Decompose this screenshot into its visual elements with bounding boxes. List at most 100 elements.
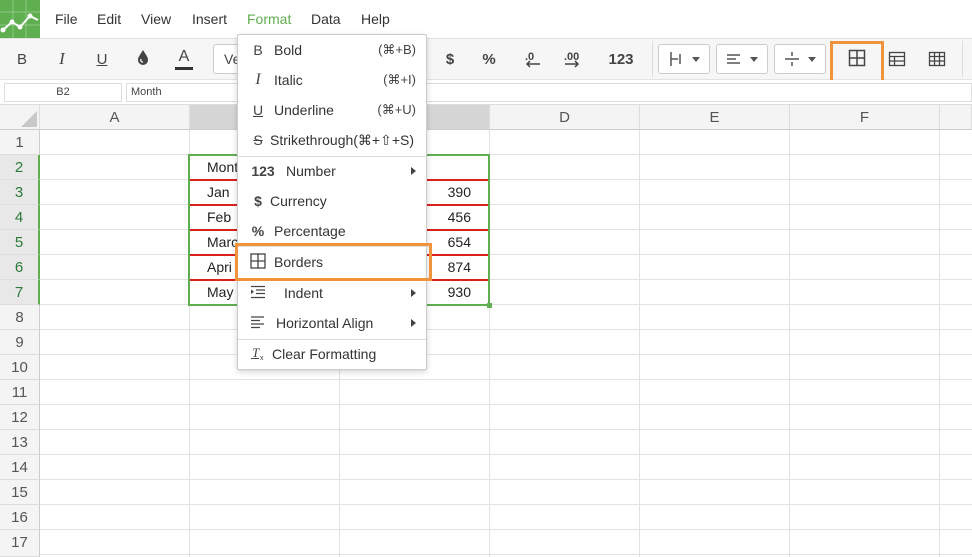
table-style-button[interactable] xyxy=(884,39,910,79)
menu-format[interactable]: Format xyxy=(247,0,291,38)
menu-item-label: Currency xyxy=(270,193,327,209)
strikethrough-icon: S xyxy=(253,132,263,148)
menu-data[interactable]: Data xyxy=(311,0,341,38)
column-header-d[interactable]: D xyxy=(490,105,640,130)
percent-icon: % xyxy=(251,223,265,239)
menu-item-label: Percentage xyxy=(274,223,346,239)
menu-item-label: Bold xyxy=(274,42,303,58)
row-header-4[interactable]: 4 xyxy=(0,205,40,230)
italic-button[interactable]: I xyxy=(48,39,76,79)
decrease-decimal-button[interactable]: .0 xyxy=(516,39,546,79)
row-header-9[interactable]: 9 xyxy=(0,330,40,355)
svg-text:x: x xyxy=(260,355,264,361)
row-header-1[interactable]: 1 xyxy=(0,130,40,155)
row-header-10[interactable]: 10 xyxy=(0,355,40,380)
row-header-3[interactable]: 3 xyxy=(0,180,40,205)
bold-button[interactable]: B xyxy=(8,39,36,79)
column-header-f[interactable]: F xyxy=(790,105,940,130)
menu-item-bold[interactable]: B Bold (⌘+B) xyxy=(238,35,426,65)
row-header-5[interactable]: 5 xyxy=(0,230,40,255)
menu-insert[interactable]: Insert xyxy=(192,0,227,38)
row-header-6[interactable]: 6 xyxy=(0,255,40,280)
currency-button[interactable]: $ xyxy=(436,39,464,79)
row-header-14[interactable]: 14 xyxy=(0,455,40,480)
cell-b4[interactable]: Feb xyxy=(207,205,231,230)
menu-item-label: Number xyxy=(286,163,336,179)
cell-b7[interactable]: May xyxy=(207,280,233,305)
gridline xyxy=(40,529,972,530)
row-header-2[interactable]: 2 xyxy=(0,155,40,180)
toolbar-separator xyxy=(652,41,653,77)
grid-table-button[interactable] xyxy=(924,39,950,79)
gridline xyxy=(40,379,972,380)
row-header-15[interactable]: 15 xyxy=(0,480,40,505)
menu-item-horizontal-align[interactable]: Horizontal Align xyxy=(238,308,426,338)
column-header-g[interactable] xyxy=(940,105,972,130)
borders-button[interactable] xyxy=(835,39,879,77)
row-header-12[interactable]: 12 xyxy=(0,405,40,430)
gridline xyxy=(40,254,972,255)
cell-b3[interactable]: Jan xyxy=(207,180,230,205)
menu-item-underline[interactable]: U Underline (⌘+U) xyxy=(238,95,426,125)
horizontal-align-dropdown[interactable] xyxy=(716,44,768,74)
clear-formatting-icon: T x xyxy=(248,345,268,364)
fill-color-button[interactable] xyxy=(128,39,158,79)
row-header-17[interactable]: 17 xyxy=(0,530,40,557)
menu-file[interactable]: File xyxy=(55,0,78,38)
menu-item-label: Strikethrough(⌘+⇧+S) xyxy=(270,131,415,148)
menu-item-indent[interactable]: Indent xyxy=(238,278,426,308)
cell-b2[interactable]: Mont xyxy=(207,155,238,180)
column-header-a[interactable]: A xyxy=(40,105,190,130)
vertical-align-dropdown[interactable] xyxy=(658,44,710,74)
percent-button[interactable]: % xyxy=(474,39,504,79)
menu-item-label: Indent xyxy=(284,285,323,301)
row-header-16[interactable]: 16 xyxy=(0,505,40,530)
increase-decimal-button[interactable]: .00 xyxy=(558,39,588,79)
gridline xyxy=(40,429,972,430)
underline-button[interactable]: U xyxy=(88,39,116,79)
cell-b6[interactable]: Apri xyxy=(207,255,232,280)
gridline xyxy=(40,504,972,505)
menu-item-clear-formatting[interactable]: T x Clear Formatting xyxy=(238,339,426,369)
menu-item-strikethrough[interactable]: S Strikethrough(⌘+⇧+S) xyxy=(238,125,426,155)
text-color-button[interactable]: A xyxy=(170,39,198,79)
menu-item-number[interactable]: 123 Number xyxy=(238,156,426,186)
column-header-e[interactable]: E xyxy=(640,105,790,130)
chevron-right-icon xyxy=(411,319,416,327)
menu-item-currency[interactable]: $ Currency xyxy=(238,186,426,216)
chevron-down-icon xyxy=(808,56,816,62)
gridline xyxy=(789,130,790,557)
number-format-button[interactable]: 123 xyxy=(602,39,640,79)
borders-icon xyxy=(248,252,268,272)
row-header-13[interactable]: 13 xyxy=(0,430,40,455)
menu-item-italic[interactable]: I Italic (⌘+I) xyxy=(238,65,426,95)
menu-edit[interactable]: Edit xyxy=(97,0,121,38)
merge-cells-dropdown[interactable] xyxy=(774,44,826,74)
bold-icon: B xyxy=(253,42,263,58)
menu-view[interactable]: View xyxy=(141,0,171,38)
grid-icon xyxy=(928,51,946,67)
chevron-right-icon xyxy=(411,167,416,175)
row-header-7[interactable]: 7 xyxy=(0,280,40,305)
cell-c7[interactable]: 930 xyxy=(420,280,471,305)
gridline xyxy=(40,204,972,205)
menu-help[interactable]: Help xyxy=(361,0,390,38)
fill-handle[interactable] xyxy=(487,303,492,308)
menu-bar: File Edit View Insert Format Data Help xyxy=(0,0,972,38)
cell-c5[interactable]: 654 xyxy=(420,230,471,255)
cell-c4[interactable]: 456 xyxy=(420,205,471,230)
menu-item-label: Clear Formatting xyxy=(272,346,377,362)
align-left-icon xyxy=(727,54,740,64)
increase-decimal-icon: .00 xyxy=(564,51,579,68)
currency-icon: $ xyxy=(254,193,262,209)
cell-reference-box[interactable]: B2 xyxy=(4,83,122,102)
shortcut-label: (⌘+U) xyxy=(377,102,416,117)
row-header-8[interactable]: 8 xyxy=(0,305,40,330)
select-all-corner[interactable] xyxy=(0,105,40,130)
cell-c3[interactable]: 390 xyxy=(420,180,471,205)
row-header-11[interactable]: 11 xyxy=(0,380,40,405)
cell-c6[interactable]: 874 xyxy=(420,255,471,280)
menu-item-percentage[interactable]: % Percentage xyxy=(238,216,426,246)
menu-item-borders[interactable]: Borders xyxy=(238,247,426,277)
cell-b5[interactable]: Marc xyxy=(207,230,238,255)
